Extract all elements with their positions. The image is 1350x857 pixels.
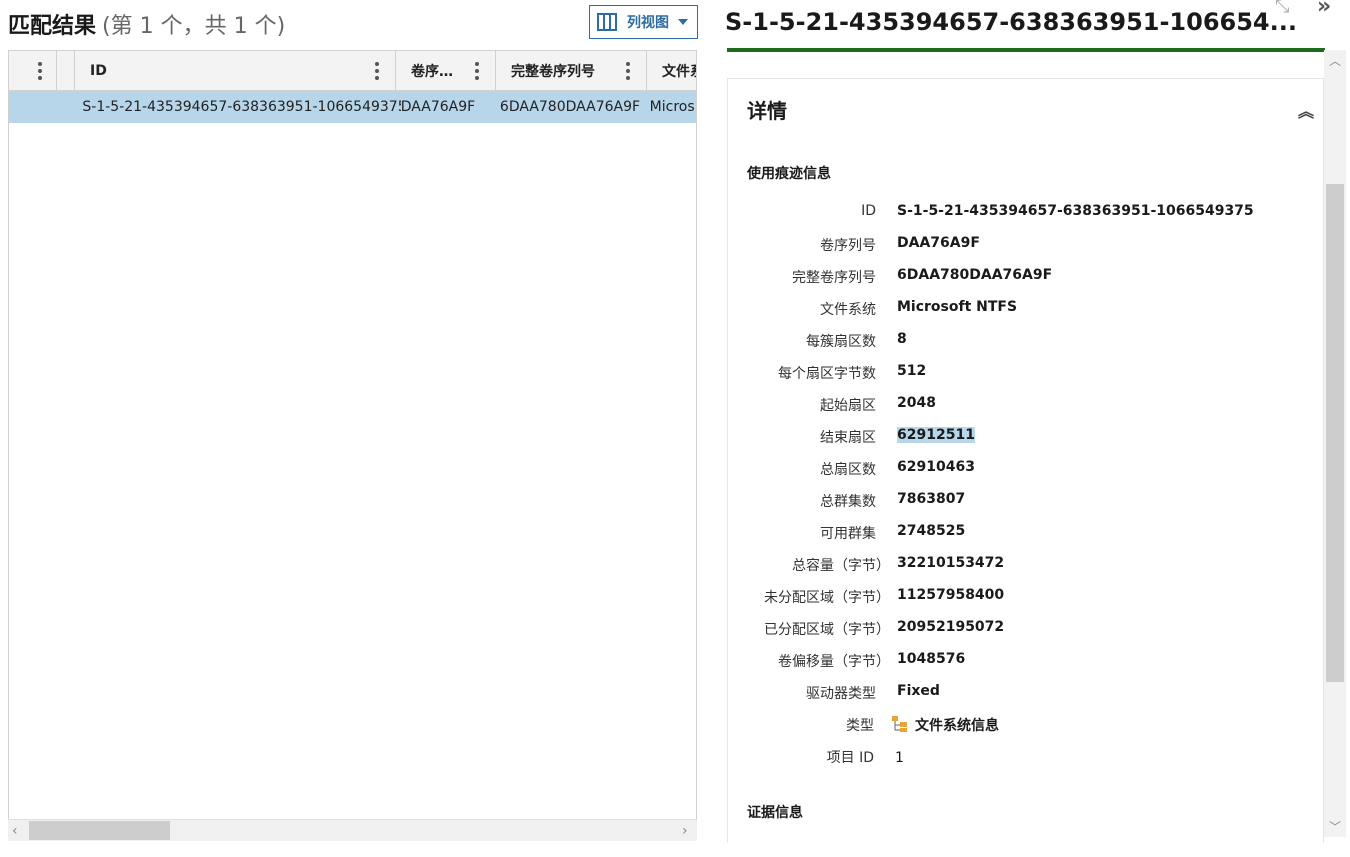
title-underline <box>727 48 1325 52</box>
columns-icon <box>597 13 617 31</box>
cell-full-serial: 6DAA780DAA76A9F <box>499 99 641 115</box>
column-header-full-serial[interactable]: 完整卷序列号 <box>496 51 647 91</box>
file-system-icon <box>892 716 907 732</box>
chevron-up-icon[interactable]: ︽ <box>1298 98 1314 122</box>
more-vertical-icon[interactable] <box>38 62 42 80</box>
selected-value[interactable]: 62912511 <box>897 427 975 443</box>
field-row: 可用群集 2748525 <box>820 523 966 542</box>
field-row: 起始扇区 2048 <box>820 395 936 414</box>
results-count: (第 1 个，共 1 个) <box>102 14 286 39</box>
section-title: 详情 <box>747 99 787 123</box>
results-title: 匹配结果 <box>8 14 97 39</box>
field-row: 结束扇区 62912511 <box>820 427 975 446</box>
more-vertical-icon[interactable] <box>626 62 630 80</box>
column-view-button[interactable]: 列视图 <box>589 5 698 39</box>
subsection-title: 使用痕迹信息 <box>747 166 831 182</box>
scroll-left-icon[interactable]: ‹ <box>12 823 18 839</box>
field-row: 未分配区域（字节） 11257958400 <box>764 587 1005 606</box>
field-row: 完整卷序列号 6DAA780DAA76A9F <box>792 267 1053 286</box>
evidence-subsection-title: 证据信息 <box>747 805 803 821</box>
field-row: 总容量（字节） 32210153472 <box>792 555 1005 574</box>
field-row: 卷序列号 DAA76A9F <box>820 235 980 254</box>
grid-header: ID 卷序… 完整卷序列号 文件系 <box>9 51 696 91</box>
field-row: 每个扇区字节数 512 <box>778 363 927 382</box>
column-header-id[interactable]: ID <box>75 51 396 91</box>
pin-icon[interactable]: ⤡ <box>1275 0 1289 17</box>
field-row: ID S-1-5-21-435394657-638363951-106654937… <box>861 203 1254 219</box>
scroll-down-icon[interactable]: ﹀ <box>1329 818 1341 835</box>
collapse-pane-icon[interactable]: » <box>1317 0 1331 19</box>
details-pane: S-1-5-21-435394657-638363951-106654... ⤡… <box>705 0 1350 857</box>
field-row: 总群集数 7863807 <box>820 491 966 510</box>
field-row: 类型 文件系统信息 <box>728 715 1323 739</box>
field-row: 总扇区数 62910463 <box>820 459 975 478</box>
row-menu-column[interactable] <box>9 51 57 91</box>
field-row: 每簇扇区数 8 <box>806 331 907 350</box>
vertical-scrollbar[interactable]: ︿ ﹀ <box>1324 50 1346 837</box>
scroll-up-icon[interactable]: ︿ <box>1329 52 1341 69</box>
results-grid: ID 卷序… 完整卷序列号 文件系 S-1-5-21-435394657-638… <box>8 50 697 841</box>
field-row: 已分配区域（字节） 20952195072 <box>764 619 1005 638</box>
column-header-filesystem[interactable]: 文件系 <box>647 51 696 91</box>
cell-id: S-1-5-21-435394657-638363951-1066549375 <box>82 99 401 115</box>
field-row: 驱动器类型 Fixed <box>806 683 940 702</box>
more-vertical-icon[interactable] <box>375 62 379 80</box>
field-row: 文件系统 Microsoft NTFS <box>820 299 1018 318</box>
match-results-pane: 匹配结果 (第 1 个，共 1 个) 列视图 ID 卷序… 完整卷序列号 文件 … <box>0 0 705 857</box>
checkbox-column <box>57 51 75 91</box>
cell-serial: DAA76A9F <box>400 99 476 115</box>
scrollbar-thumb[interactable] <box>1326 184 1344 682</box>
cell-filesystem: Micros <box>649 99 695 115</box>
field-row: 项目 ID 1 <box>826 750 904 766</box>
details-panel: 详情 ︽ 使用痕迹信息 ID S-1-5-21-435394657-6383639… <box>727 78 1324 843</box>
field-row: 卷偏移量（字节） 1048576 <box>778 651 966 670</box>
column-view-label: 列视图 <box>627 15 669 31</box>
more-vertical-icon[interactable] <box>475 62 479 80</box>
column-header-serial[interactable]: 卷序… <box>396 51 496 91</box>
chevron-down-icon <box>678 19 688 25</box>
table-row[interactable]: S-1-5-21-435394657-638363951-1066549375 … <box>9 91 696 123</box>
horizontal-scrollbar[interactable]: ‹ › <box>8 819 697 841</box>
results-header: 匹配结果 (第 1 个，共 1 个) <box>8 8 286 39</box>
scrollbar-thumb[interactable] <box>29 821 170 840</box>
detail-title: S-1-5-21-435394657-638363951-106654... <box>725 8 1297 36</box>
scroll-right-icon[interactable]: › <box>682 823 688 839</box>
